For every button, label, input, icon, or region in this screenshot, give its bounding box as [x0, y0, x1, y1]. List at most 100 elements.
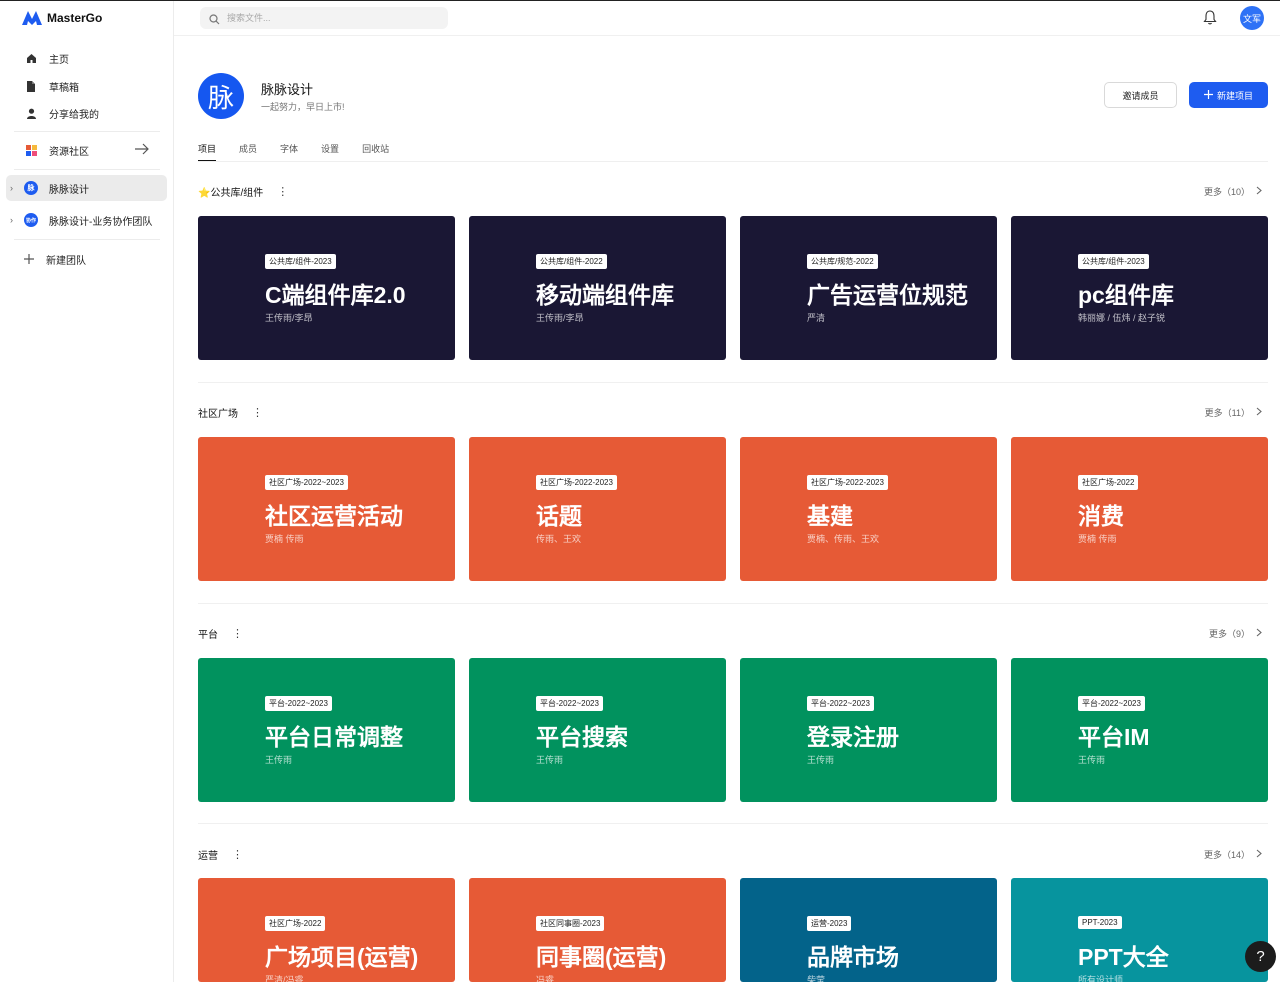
card-title: 广场项目(运营)	[265, 944, 419, 970]
chevron-right-icon[interactable]: ›	[10, 183, 13, 193]
card-owners: 所有设计师	[1078, 975, 1124, 982]
card-owners: 贾楠、传雨、王欢	[807, 534, 880, 544]
invite-members-button[interactable]: 邀请成员	[1104, 82, 1177, 108]
card-title: 移动端组件库	[536, 282, 674, 308]
project-card[interactable]: 社区广场-2022-2023 基建 贾楠、传雨、王欢	[740, 437, 997, 581]
chevron-right-icon	[1256, 407, 1262, 418]
card-tag: 社区同事圈-2023	[536, 916, 605, 931]
sidebar-item-drafts[interactable]: 草稿箱	[6, 73, 167, 99]
card-title: 平台IM	[1078, 724, 1150, 750]
sidebar: MasterGo 主页 草稿箱 分享给我的 资源社区 › 脉 脉脉设计 › 协作…	[0, 1, 174, 982]
card-owners: 严清	[807, 313, 826, 323]
more-options-icon[interactable]: ⋮	[252, 406, 263, 419]
bell-icon[interactable]	[1203, 10, 1219, 26]
app-name: MasterGo	[47, 11, 103, 25]
card-tag: 公共库/规范-2022	[807, 254, 878, 269]
more-link-label: 更多（9）	[1208, 629, 1250, 639]
card-tag: PPT-2023	[1078, 916, 1122, 929]
chevron-right-icon	[1256, 186, 1262, 197]
sidebar-item-home[interactable]: 主页	[6, 45, 167, 71]
card-owners: 王传雨	[807, 755, 835, 765]
help-button[interactable]: ?	[1245, 941, 1276, 972]
project-card[interactable]: PPT-2023 PPT大全 所有设计师	[1011, 878, 1268, 982]
project-card[interactable]: 平台-2022~2023 平台搜索 王传雨	[469, 658, 726, 802]
card-owners: 王传雨/李昂	[265, 313, 313, 323]
sidebar-item-label: 脉脉设计	[49, 184, 89, 196]
search-input[interactable]	[227, 13, 427, 23]
card-owners: 严清/冯睿	[265, 975, 304, 982]
card-owners: 王传雨	[536, 755, 564, 765]
project-card[interactable]: 社区广场-2022 消费 贾楠 传雨	[1011, 437, 1268, 581]
more-link[interactable]: 更多（10）	[1204, 185, 1262, 198]
sidebar-item-label: 资源社区	[49, 146, 89, 158]
section-title-text: 运营	[198, 851, 218, 862]
tab-projects[interactable]: 项目	[198, 142, 217, 162]
card-owners: 王传雨/李昂	[536, 313, 584, 323]
sidebar-item-team-maimai[interactable]: › 脉 脉脉设计	[6, 175, 167, 201]
chevron-right-icon	[1256, 849, 1262, 860]
project-card[interactable]: 公共库/组件-2022 移动端组件库 王传雨/李昂	[469, 216, 726, 360]
more-options-icon[interactable]: ⋮	[232, 848, 243, 861]
more-options-icon[interactable]: ⋮	[232, 627, 243, 640]
search-bar[interactable]	[200, 7, 448, 29]
card-title: 广告运营位规范	[807, 282, 968, 308]
project-card[interactable]: 运营-2023 品牌市场 柴莹	[740, 878, 997, 982]
project-card[interactable]: 平台-2022~2023 平台IM 王传雨	[1011, 658, 1268, 802]
card-tag: 平台-2022~2023	[265, 696, 332, 711]
tab-members[interactable]: 成员	[239, 142, 257, 162]
team-tabs: 项目 成员 字体 设置 回收站	[198, 142, 412, 162]
section-title-platform: 平台 ⋮	[198, 626, 243, 641]
card-tag: 社区广场-2022	[1078, 475, 1139, 490]
arrow-right-icon[interactable]	[134, 143, 150, 158]
user-icon	[24, 106, 38, 120]
project-card[interactable]: 社区广场-2022-2023 话题 传雨、王欢	[469, 437, 726, 581]
chevron-right-icon[interactable]: ›	[10, 215, 13, 225]
team-description: 一起努力，早日上市!	[261, 102, 345, 112]
chevron-right-icon	[1256, 628, 1262, 639]
card-tag: 社区广场-2022	[265, 916, 326, 931]
search-icon	[209, 12, 221, 25]
plus-icon	[22, 252, 36, 266]
sidebar-item-shared[interactable]: 分享给我的	[6, 100, 167, 126]
section-divider	[198, 382, 1268, 383]
project-card[interactable]: 公共库/规范-2022 广告运营位规范 严清	[740, 216, 997, 360]
team-logo: 脉	[198, 73, 244, 119]
card-owners: 王传雨	[265, 755, 293, 765]
project-card[interactable]: 社区广场-2022 广场项目(运营) 严清/冯睿	[198, 878, 455, 982]
project-card[interactable]: 社区同事圈-2023 同事圈(运营) 冯睿	[469, 878, 726, 982]
card-tag: 平台-2022~2023	[536, 696, 603, 711]
tab-trash[interactable]: 回收站	[362, 142, 389, 162]
tab-settings[interactable]: 设置	[321, 142, 339, 162]
team-name: 脉脉设计	[261, 82, 314, 97]
card-tag: 公共库/组件-2023	[265, 254, 336, 269]
more-link-label: 更多（10）	[1203, 187, 1250, 197]
more-link[interactable]: 更多（9）	[1209, 627, 1262, 640]
sidebar-item-community[interactable]: 资源社区	[6, 137, 167, 163]
team-avatar: 协作	[24, 213, 38, 227]
card-title: 品牌市场	[807, 944, 899, 970]
card-tag: 平台-2022~2023	[807, 696, 874, 711]
card-tag: 公共库/组件-2023	[1078, 254, 1149, 269]
sidebar-item-team-collab[interactable]: › 协作 脉脉设计-业务协作团队	[6, 207, 167, 233]
app-logo[interactable]: MasterGo	[22, 11, 102, 25]
card-owners: 贾楠 传雨	[265, 534, 304, 544]
team-avatar: 脉	[24, 181, 38, 195]
new-team-button[interactable]: 新建团队	[6, 246, 167, 272]
more-options-icon[interactable]: ⋮	[277, 185, 288, 198]
section-title-public-library: ⭐公共库/组件 ⋮	[198, 184, 288, 199]
new-project-button[interactable]: 新建项目	[1189, 82, 1268, 108]
project-card[interactable]: 公共库/组件-2023 C端组件库2.0 王传雨/李昂	[198, 216, 455, 360]
more-link[interactable]: 更多（11）	[1205, 406, 1262, 419]
user-avatar[interactable]: 文军	[1240, 6, 1264, 30]
card-title: 消费	[1078, 503, 1124, 529]
card-tag: 社区广场-2022~2023	[265, 475, 348, 490]
tab-fonts[interactable]: 字体	[280, 142, 298, 162]
card-title: pc组件库	[1078, 282, 1174, 308]
project-card[interactable]: 社区广场-2022~2023 社区运营活动 贾楠 传雨	[198, 437, 455, 581]
section-divider	[198, 823, 1268, 824]
project-card[interactable]: 平台-2022~2023 登录注册 王传雨	[740, 658, 997, 802]
project-card[interactable]: 平台-2022~2023 平台日常调整 王传雨	[198, 658, 455, 802]
community-icon	[24, 143, 38, 157]
more-link[interactable]: 更多（14）	[1204, 848, 1262, 861]
project-card[interactable]: 公共库/组件-2023 pc组件库 韩丽娜 / 伍炜 / 赵子锐	[1011, 216, 1268, 360]
